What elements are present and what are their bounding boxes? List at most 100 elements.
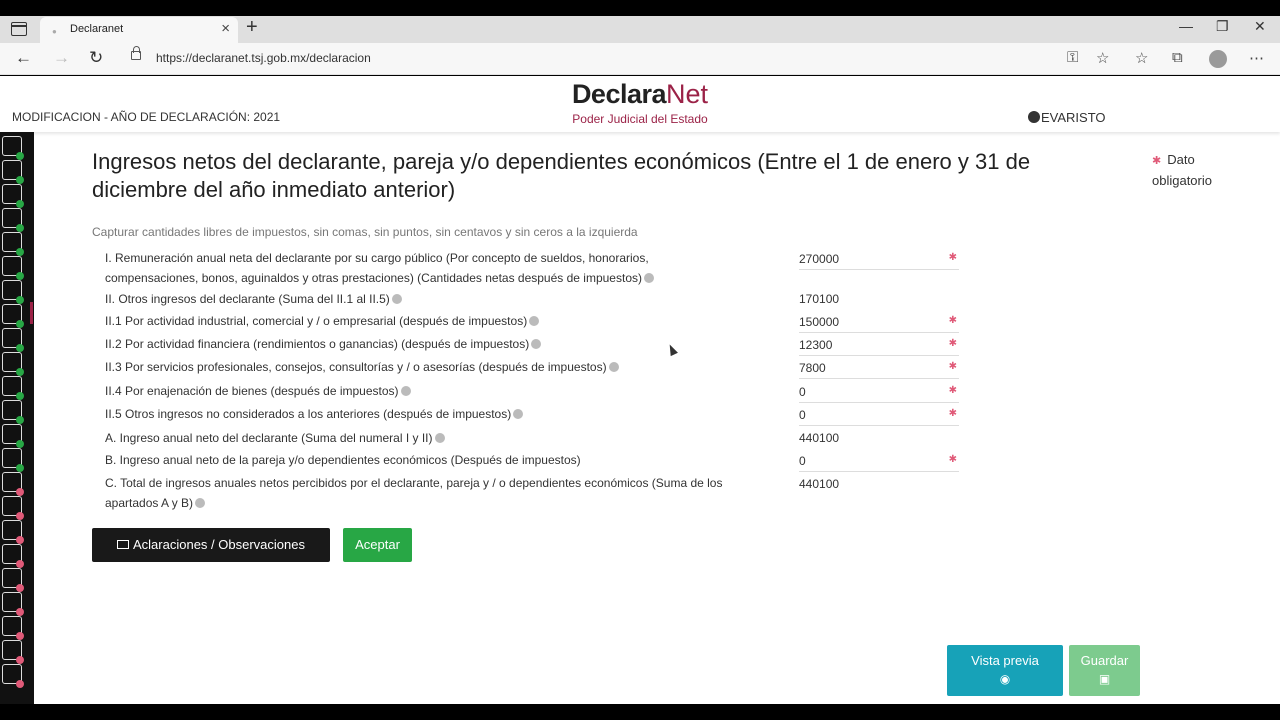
readonly-value: 170100 [799, 292, 840, 306]
status-pending-icon [16, 608, 24, 616]
input-I[interactable]: 270000 ✱ [799, 248, 959, 270]
mouse-cursor-icon [666, 342, 678, 357]
profile-avatar[interactable] [1209, 50, 1227, 68]
row-label-text: II.3 Por servicios profesionales, consej… [105, 360, 607, 374]
status-ok-icon [16, 224, 24, 232]
tab-actions-icon[interactable] [11, 22, 27, 36]
active-section-marker [30, 302, 33, 324]
info-icon[interactable] [391, 294, 402, 304]
info-icon[interactable] [643, 273, 654, 283]
favorite-add-icon[interactable]: ☆ [1096, 49, 1109, 67]
sidebar [0, 132, 34, 704]
status-ok-icon [16, 152, 24, 160]
user-menu[interactable]: EVARISTO [1028, 110, 1106, 125]
user-name: EVARISTO [1041, 110, 1106, 125]
asterisk-icon: ✱ [948, 252, 957, 263]
row-label-II: II. Otros ingresos del declarante (Suma … [105, 289, 402, 309]
status-ok-icon [16, 440, 24, 448]
status-pending-icon [16, 488, 24, 496]
input-B[interactable]: 0 ✱ [799, 450, 959, 472]
asterisk-icon: ✱ [948, 315, 957, 326]
info-icon[interactable] [513, 409, 524, 419]
reload-icon[interactable]: ↻ [89, 48, 103, 68]
input-II3[interactable]: 7800 ✱ [799, 357, 959, 379]
browser-tab[interactable]: ● Declaranet × [40, 17, 238, 43]
row-label-I: I. Remuneración anual neta del declarant… [105, 248, 725, 288]
status-pending-icon [16, 560, 24, 568]
row-label-C: C. Total de ingresos anuales netos perci… [105, 473, 775, 513]
eye-icon: ◉ [999, 672, 1011, 686]
status-pending-icon [16, 656, 24, 664]
accept-button[interactable]: Aceptar [343, 528, 412, 562]
asterisk-icon: ✱ [948, 338, 957, 349]
key-icon[interactable]: ⚿ [1067, 49, 1078, 66]
info-icon[interactable] [434, 433, 445, 443]
row-label-II1: II.1 Por actividad industrial, comercial… [105, 311, 540, 331]
info-icon[interactable] [529, 316, 540, 326]
instructions: Capturar cantidades libres de impuestos,… [92, 225, 638, 239]
minimize-icon[interactable]: — [1179, 18, 1193, 34]
save-button-label: Guardar [1080, 653, 1129, 668]
screen: ● Declaranet × + — ❐ ✕ ← → ↻ https://dec… [0, 0, 1280, 720]
info-icon[interactable] [195, 498, 206, 508]
status-ok-icon [16, 296, 24, 304]
aclaraciones-button[interactable]: Aclaraciones / Observaciones [92, 528, 330, 562]
input-value: 270000 [799, 252, 840, 266]
row-label-II3: II.3 Por servicios profesionales, consej… [105, 357, 619, 377]
row-label-B: B. Ingreso anual neto de la pareja y/o d… [105, 450, 581, 470]
value-C: 440100 [799, 473, 959, 495]
declaration-info: MODIFICACION - AÑO DE DECLARACIÓN: 2021 [12, 110, 281, 124]
row-label-text: B. Ingreso anual neto de la pareja y/o d… [105, 453, 581, 467]
browser-tab-bar: ● Declaranet × + — ❐ ✕ [0, 16, 1280, 43]
favorites-icon[interactable]: ☆ [1135, 49, 1148, 67]
aclaraciones-button-label: Aclaraciones / Observaciones [133, 537, 305, 552]
row-label-text: II. Otros ingresos del declarante (Suma … [105, 292, 390, 306]
required-legend: ✱ Dato obligatorio [1152, 150, 1252, 191]
status-pending-icon [16, 512, 24, 520]
close-tab-icon[interactable]: × [221, 20, 230, 37]
input-value: 0 [799, 385, 806, 399]
status-ok-icon [16, 368, 24, 376]
status-pending-icon [16, 632, 24, 640]
info-icon[interactable] [400, 386, 411, 396]
preview-button-label: Vista previa [971, 653, 1039, 668]
readonly-value: 440100 [799, 431, 840, 445]
mail-icon [117, 540, 129, 549]
status-ok-icon [16, 392, 24, 400]
lock-icon[interactable] [131, 46, 141, 60]
url-field[interactable]: https://declaranet.tsj.gob.mx/declaracio… [156, 51, 371, 65]
value-A: 440100 [799, 427, 959, 449]
input-II5[interactable]: 0 ✱ [799, 404, 959, 426]
status-pending-icon [16, 536, 24, 544]
input-II1[interactable]: 150000 ✱ [799, 311, 959, 333]
page: MODIFICACION - AÑO DE DECLARACIÓN: 2021 … [0, 76, 1280, 704]
status-ok-icon [16, 344, 24, 352]
input-II4[interactable]: 0 ✱ [799, 381, 959, 403]
info-icon[interactable] [531, 339, 542, 349]
input-II2[interactable]: 12300 ✱ [799, 334, 959, 356]
user-icon [1028, 111, 1040, 123]
row-label-text: II.4 Por enajenación de bienes (después … [105, 384, 399, 398]
asterisk-icon: ✱ [948, 454, 957, 465]
row-label-text: II.1 Por actividad industrial, comercial… [105, 314, 528, 328]
input-value: 0 [799, 408, 806, 422]
brand-subtitle: Poder Judicial del Estado [572, 112, 708, 126]
brand-name-part1: Declara [571, 79, 667, 109]
row-label-text: I. Remuneración anual neta del declarant… [105, 251, 649, 285]
maximize-icon[interactable]: ❐ [1216, 18, 1229, 35]
back-icon[interactable]: ← [15, 48, 32, 68]
forward-icon[interactable]: → [53, 48, 70, 68]
row-label-II5: II.5 Otros ingresos no considerados a lo… [105, 404, 524, 424]
status-ok-icon [16, 272, 24, 280]
close-window-icon[interactable]: ✕ [1254, 18, 1266, 35]
new-tab-icon[interactable]: + [246, 16, 258, 39]
preview-button[interactable]: Vista previa ◉ [947, 645, 1063, 696]
menu-icon[interactable]: ⋯ [1249, 49, 1264, 67]
status-ok-icon [16, 416, 24, 424]
address-bar: ← → ↻ https://declaranet.tsj.gob.mx/decl… [0, 43, 1280, 75]
info-icon[interactable] [608, 362, 619, 372]
save-icon: ▣ [1098, 672, 1111, 686]
row-label-II4: II.4 Por enajenación de bienes (después … [105, 381, 411, 401]
collections-icon[interactable]: ⧉ [1172, 49, 1183, 66]
save-button[interactable]: Guardar ▣ [1069, 645, 1140, 696]
